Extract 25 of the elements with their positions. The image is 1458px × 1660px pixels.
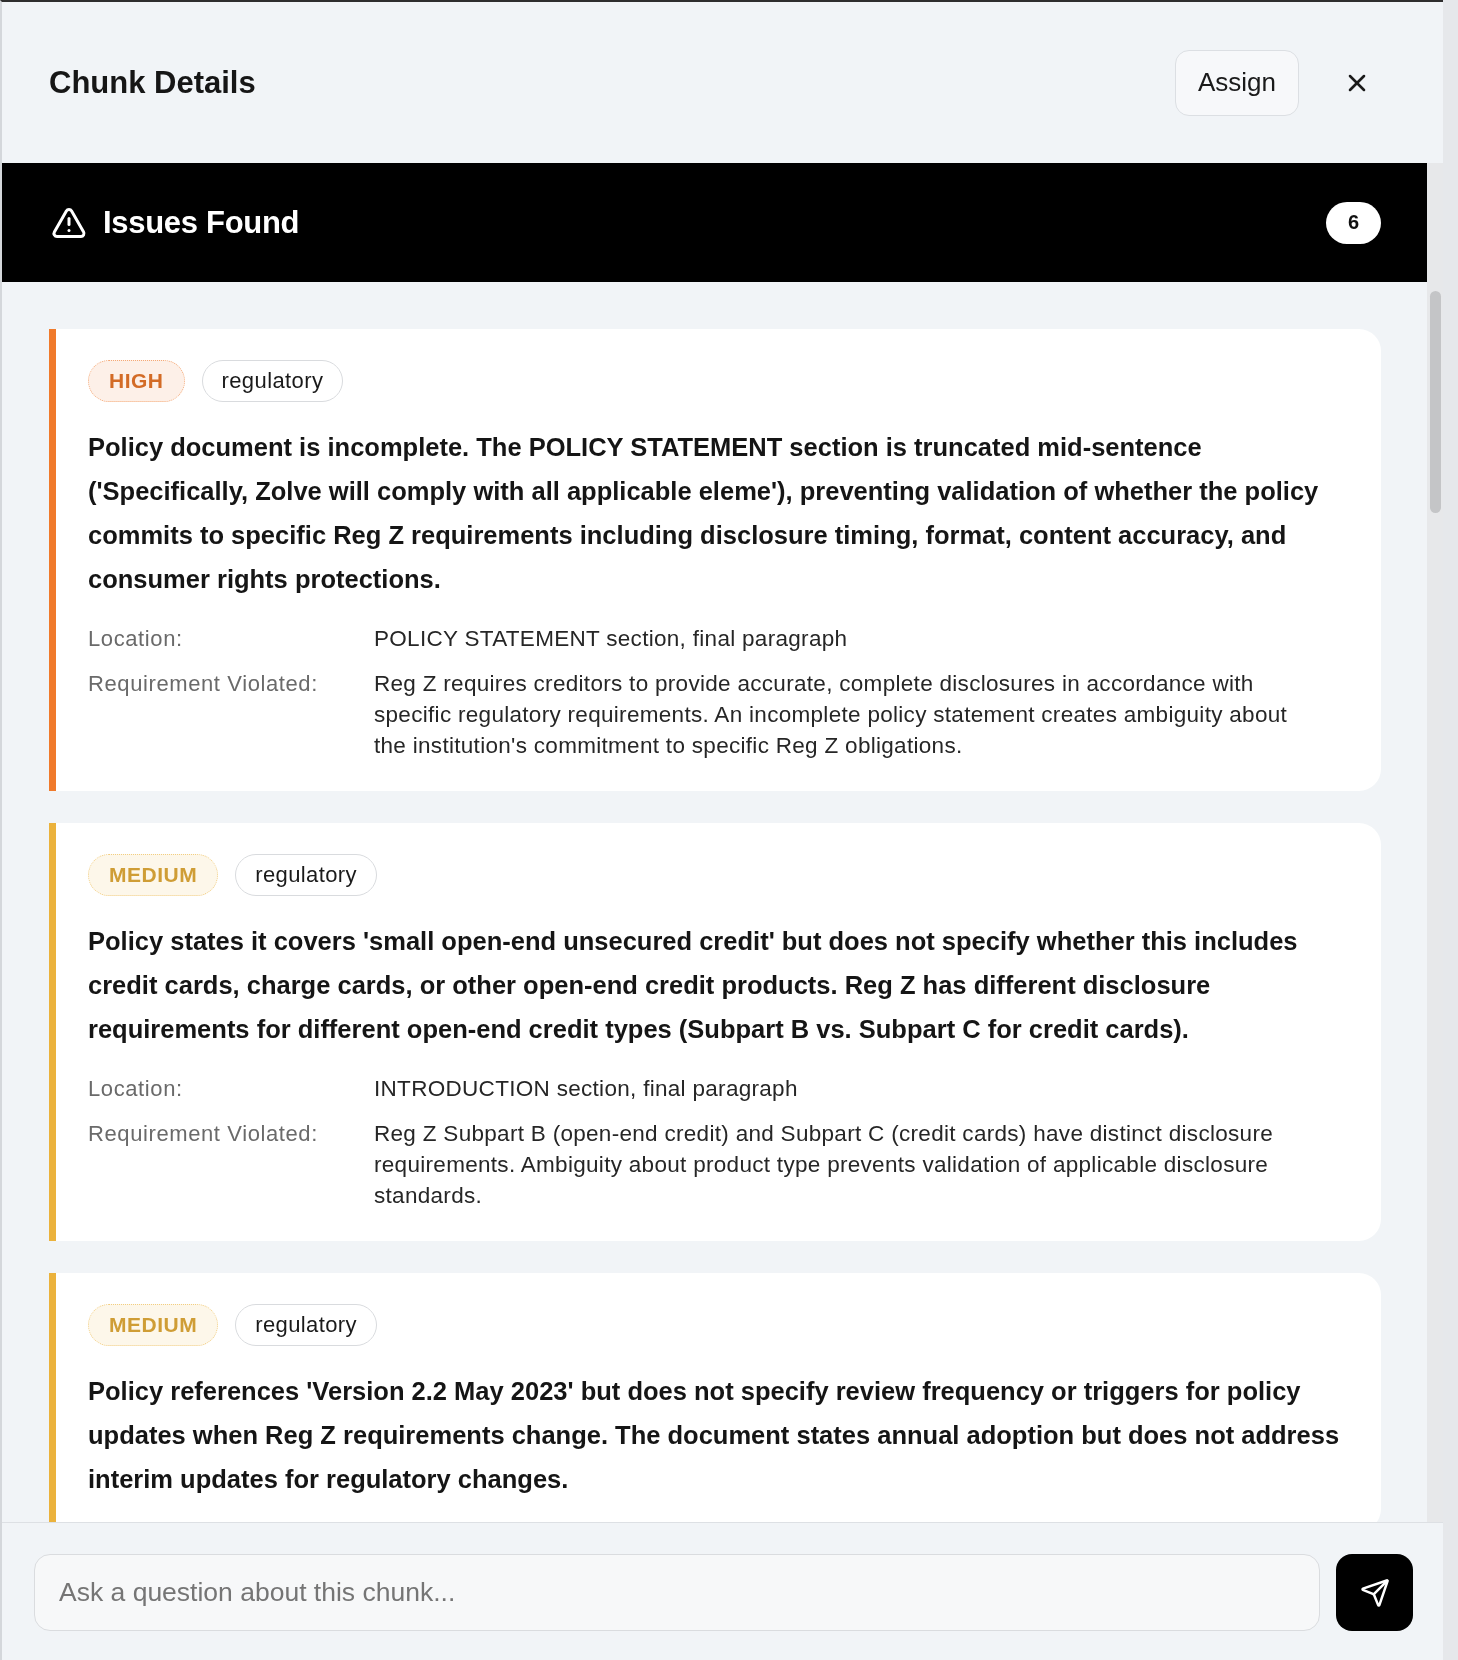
issue-count: 6 bbox=[1326, 201, 1381, 244]
issue-description: Policy states it covers 'small open-end unsecured credit' but does not specify whether this includes credit cards, charge cards, or other open-end credit products. Reg Z has different disclosure requirements for different open-end credit types (Subpart B vs. Subpart C for credit cards). bbox=[88, 926, 1299, 1045]
field-value: POLICY STATEMENT section, final paragraph bbox=[374, 625, 849, 653]
assign-button[interactable]: Assign bbox=[1174, 49, 1299, 116]
severity-label: MEDIUM bbox=[88, 854, 219, 896]
field-value: Reg Z requires creditors to provide accurate, complete disclosures in accordance with specific regulatory requirements. An incomplete policy statement creates ambiguity about the institution's commitment to specific Reg Z obligations. bbox=[374, 670, 1289, 760]
field-label: Location: bbox=[88, 1075, 184, 1103]
send-icon bbox=[1359, 1577, 1390, 1608]
category-tag: regulatory bbox=[235, 854, 377, 896]
send-button[interactable] bbox=[1336, 1554, 1413, 1631]
banner-title: Issues Found bbox=[103, 204, 301, 241]
severity-label: MEDIUM bbox=[88, 1304, 219, 1346]
field-label: Location: bbox=[88, 625, 184, 653]
field-label: Requirement Violated: bbox=[88, 670, 319, 698]
scrollbar-thumb[interactable] bbox=[1429, 291, 1441, 513]
category-tag: regulatory bbox=[235, 1304, 377, 1346]
panel-title: Chunk Details bbox=[49, 64, 256, 101]
field-value: Reg Z Subpart B (open-end credit) and Subpart C (credit cards) have distinct disclosure requirements. Ambiguity about product type prevents validation of applicable disclosure standards. bbox=[374, 1120, 1275, 1210]
field-label: Requirement Violated: bbox=[88, 1120, 319, 1148]
category-tag: regulatory bbox=[201, 360, 344, 402]
field-value: INTRODUCTION section, final paragraph bbox=[374, 1075, 799, 1103]
question-input[interactable]: Ask a question about this chunk... bbox=[34, 1554, 1320, 1631]
issue-description: Policy references 'Version 2.2 May 2023' but does not specify review frequency or triggers for policy updates when Reg Z requirements change. The document states annual adoption but does not address interim updates for regulatory changes. bbox=[88, 1376, 1341, 1495]
issue-description: Policy document is incomplete. The POLICY STATEMENT section is truncated mid-sentence ('Specifically, Zolve will comply with all applicable eleme'), preventing validation of whether the policy commits to specific Reg Z requirements including disclosure timing, format, content accuracy, and consumer rights protections. bbox=[88, 432, 1320, 595]
severity-label: HIGH bbox=[88, 360, 185, 402]
